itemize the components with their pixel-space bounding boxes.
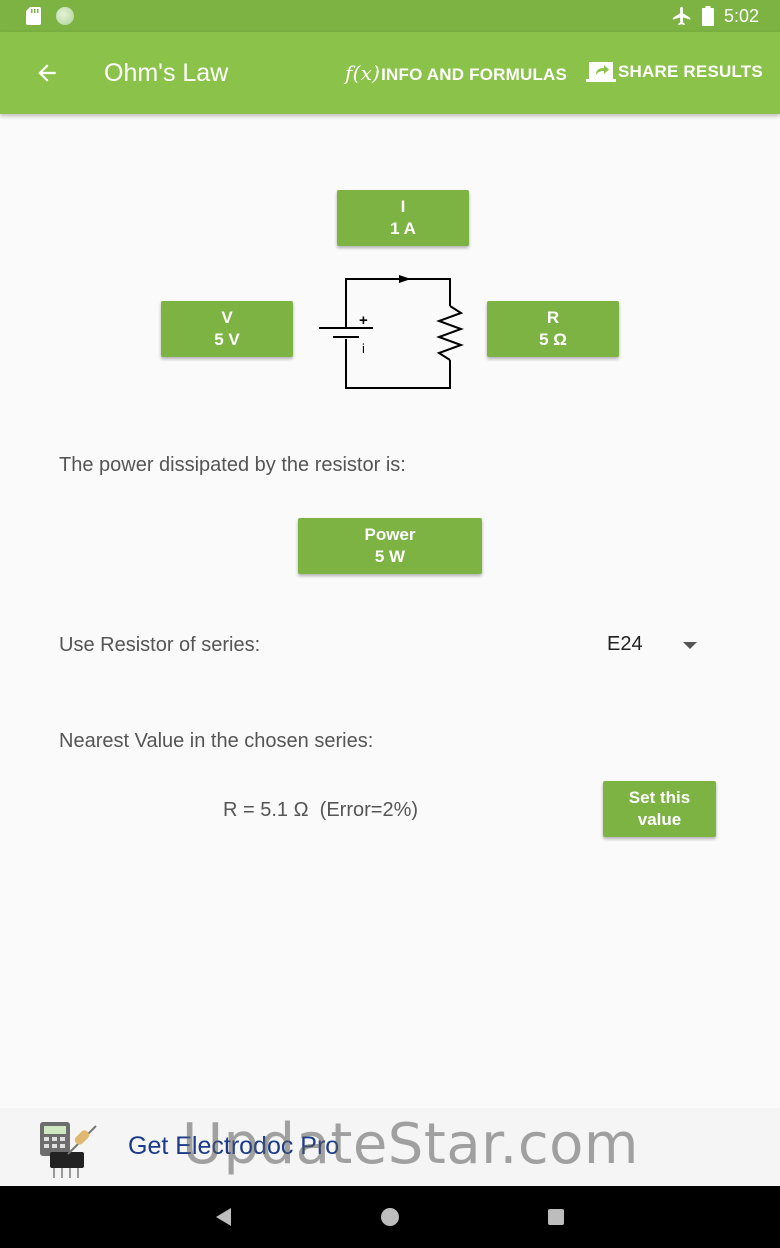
nav-home-icon[interactable] bbox=[381, 1208, 399, 1226]
share-results-label: SHARE RESULTS bbox=[618, 62, 763, 81]
airplane-mode-icon bbox=[672, 6, 691, 26]
back-arrow-icon[interactable] bbox=[34, 60, 60, 86]
electrodoc-logo-icon bbox=[40, 1122, 97, 1178]
circuit-diagram: + i bbox=[319, 275, 464, 389]
page-title: Ohm's Law bbox=[104, 59, 229, 87]
power-label: Power bbox=[364, 525, 416, 544]
battery-minus-sign: i bbox=[362, 341, 365, 356]
power-description: The power dissipated by the resistor is: bbox=[59, 454, 406, 476]
voltage-label: V bbox=[221, 308, 233, 327]
share-results-button[interactable]: SHARE RESULTS bbox=[586, 61, 763, 83]
sd-card-icon bbox=[26, 7, 41, 25]
set-value-label-line2: value bbox=[637, 810, 682, 829]
set-value-label-line1: Set this bbox=[628, 788, 691, 807]
function-icon: f(x) bbox=[345, 61, 381, 85]
series-dropdown[interactable]: E24 bbox=[607, 633, 707, 659]
app-bar: Ohm's Law f(x)INFO AND FORMULAS SHARE RE… bbox=[0, 32, 780, 114]
status-bar: 5:02 bbox=[0, 0, 780, 32]
set-this-value-button[interactable]: Set this value bbox=[603, 781, 716, 837]
voltage-value: 5 V bbox=[214, 330, 240, 349]
dropdown-caret-icon bbox=[683, 642, 697, 649]
info-formulas-button[interactable]: f(x)INFO AND FORMULAS bbox=[345, 61, 567, 85]
share-icon bbox=[586, 62, 616, 82]
nearest-value-label: Nearest Value in the chosen series: bbox=[59, 730, 374, 752]
notification-dot-icon bbox=[56, 7, 74, 25]
battery-icon bbox=[702, 6, 714, 26]
current-value: 1 A bbox=[390, 219, 416, 238]
power-value: 5 W bbox=[374, 547, 406, 566]
voltage-button[interactable]: V 5 V bbox=[161, 301, 293, 357]
current-button[interactable]: I 1 A bbox=[337, 190, 469, 246]
resistance-value: 5 Ω bbox=[539, 330, 567, 349]
current-direction-arrow-icon bbox=[399, 275, 411, 283]
resistance-button[interactable]: R 5 Ω bbox=[487, 301, 619, 357]
nav-back-icon[interactable] bbox=[216, 1208, 231, 1226]
status-time: 5:02 bbox=[724, 6, 760, 26]
nav-recents-icon[interactable] bbox=[548, 1209, 564, 1225]
battery-plus-sign: + bbox=[359, 312, 368, 329]
series-selected-value: E24 bbox=[607, 633, 643, 655]
watermark: UpdateStar.com bbox=[182, 1112, 639, 1177]
resistance-label: R bbox=[546, 308, 560, 327]
current-label: I bbox=[400, 197, 406, 216]
power-button[interactable]: Power 5 W bbox=[298, 518, 482, 574]
info-formulas-label: INFO AND FORMULAS bbox=[381, 65, 568, 84]
series-label: Use Resistor of series: bbox=[59, 634, 261, 656]
nearest-value-result: R = 5.1 Ω (Error=2%) bbox=[223, 799, 419, 821]
system-navigation-bar bbox=[0, 1186, 780, 1248]
